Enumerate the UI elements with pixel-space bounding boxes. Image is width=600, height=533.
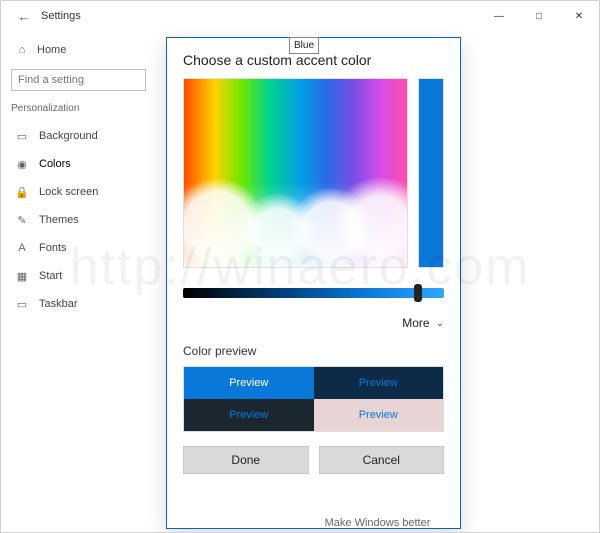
- sidebar-item-colors[interactable]: ◉ Colors: [11, 150, 146, 178]
- sidebar-item-taskbar[interactable]: ▭ Taskbar: [11, 290, 146, 318]
- font-icon: A: [15, 241, 29, 255]
- palette-icon: ◉: [15, 157, 29, 171]
- value-slider[interactable]: [183, 288, 444, 298]
- search-input[interactable]: [11, 69, 146, 91]
- footer-text: Make Windows better: [325, 517, 431, 529]
- dialog-title: Choose a custom accent color: [183, 52, 444, 68]
- done-button[interactable]: Done: [183, 446, 309, 474]
- more-label: More: [402, 316, 429, 330]
- close-button[interactable]: ✕: [559, 1, 599, 31]
- sidebar-item-themes[interactable]: ✎ Themes: [11, 206, 146, 234]
- sidebar-item-label: Colors: [39, 158, 71, 170]
- more-toggle[interactable]: More ⌄: [183, 316, 444, 330]
- sidebar-item-lockscreen[interactable]: 🔒 Lock screen: [11, 178, 146, 206]
- preview-swatch-dark-bg: Preview: [184, 399, 314, 431]
- preview-swatch-light-bg: Preview: [314, 399, 444, 431]
- back-icon[interactable]: ←: [11, 9, 37, 24]
- sidebar-item-label: Lock screen: [39, 186, 98, 198]
- sidebar-category: Personalization: [11, 103, 146, 114]
- sidebar-item-label: Themes: [39, 214, 79, 226]
- titlebar: ← Settings — □ ✕: [1, 1, 599, 31]
- slider-thumb[interactable]: [414, 284, 422, 302]
- sidebar-item-background[interactable]: ▭ Background: [11, 122, 146, 150]
- taskbar-icon: ▭: [15, 297, 29, 311]
- minimize-button[interactable]: —: [479, 1, 519, 31]
- preview-grid: Preview Preview Preview Preview: [183, 366, 444, 432]
- color-spectrum[interactable]: [183, 78, 408, 268]
- sidebar-item-label: Background: [39, 130, 98, 142]
- content-area: Choose a custom accent color More ⌄ Colo…: [156, 31, 599, 532]
- preview-swatch-dark-accent: Preview: [314, 367, 444, 399]
- sidebar-item-label: Taskbar: [39, 298, 78, 310]
- sidebar-item-fonts[interactable]: A Fonts: [11, 234, 146, 262]
- brush-icon: ✎: [15, 213, 29, 227]
- home-icon: ⌂: [15, 43, 29, 57]
- picture-icon: ▭: [15, 129, 29, 143]
- hue-bar[interactable]: [418, 78, 444, 268]
- color-tooltip: Blue: [289, 37, 319, 54]
- color-picker-dialog: Choose a custom accent color More ⌄ Colo…: [166, 37, 461, 529]
- sidebar-item-label: Start: [39, 270, 62, 282]
- preview-heading: Color preview: [183, 344, 444, 358]
- window-title: Settings: [37, 10, 479, 22]
- sidebar-item-label: Fonts: [39, 242, 67, 254]
- settings-window: ← Settings — □ ✕ ⌂ Home Personalization …: [0, 0, 600, 533]
- cancel-button[interactable]: Cancel: [319, 446, 445, 474]
- sidebar-item-start[interactable]: ▦ Start: [11, 262, 146, 290]
- maximize-button[interactable]: □: [519, 1, 559, 31]
- sidebar-home[interactable]: ⌂ Home: [11, 37, 146, 63]
- sidebar: ⌂ Home Personalization ▭ Background ◉ Co…: [1, 31, 156, 532]
- chevron-down-icon: ⌄: [436, 318, 444, 329]
- start-icon: ▦: [15, 269, 29, 283]
- preview-swatch-light-accent: Preview: [184, 367, 314, 399]
- sidebar-home-label: Home: [37, 44, 66, 56]
- lock-icon: 🔒: [15, 185, 29, 199]
